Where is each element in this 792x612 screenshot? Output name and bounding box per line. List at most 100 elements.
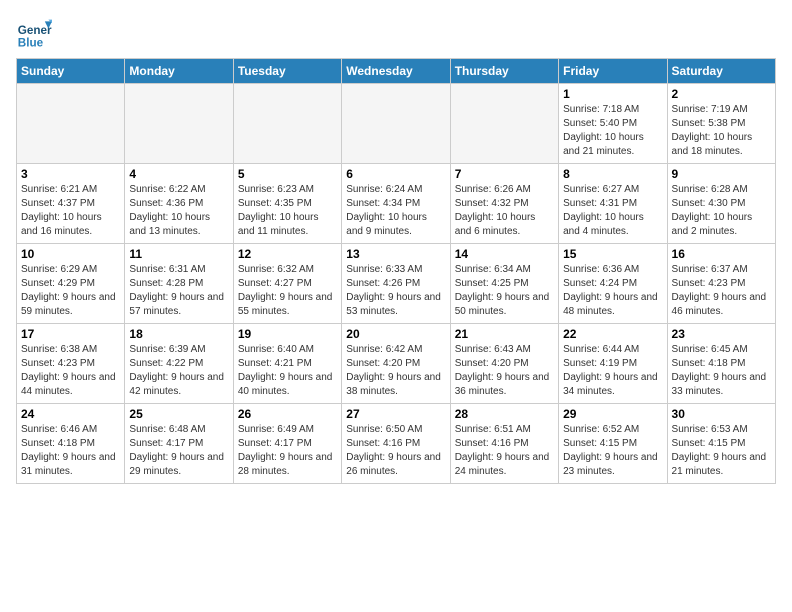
calendar-cell: 7 Sunrise: 6:26 AM Sunset: 4:32 PM Daylig…: [450, 164, 558, 244]
day-info: Sunrise: 6:43 AM Sunset: 4:20 PM Dayligh…: [455, 343, 554, 399]
day-number: 4: [129, 167, 228, 181]
calendar-table: SundayMondayTuesdayWednesdayThursdayFrid…: [16, 58, 776, 484]
day-number: 5: [238, 167, 337, 181]
calendar-cell: 2 Sunrise: 7:19 AM Sunset: 5:38 PM Daylig…: [667, 84, 775, 164]
calendar-cell: 3 Sunrise: 6:21 AM Sunset: 4:37 PM Daylig…: [17, 164, 125, 244]
day-info: Sunrise: 6:42 AM Sunset: 4:20 PM Dayligh…: [346, 343, 445, 399]
logo-icon: General Blue: [16, 16, 52, 52]
day-number: 10: [21, 247, 120, 261]
calendar-cell: 13 Sunrise: 6:33 AM Sunset: 4:26 PM Dayli…: [342, 244, 450, 324]
page-header: General Blue: [16, 16, 776, 52]
calendar-cell: 12Sunrise: 6:32 AM Sunset: 4:27 PM Dayli…: [233, 244, 341, 324]
week-row-1: 1Sunrise: 7:18 AM Sunset: 5:40 PM Daylig…: [17, 84, 776, 164]
weekday-header-monday: Monday: [125, 59, 233, 84]
day-number: 25: [129, 407, 228, 421]
day-number: 18: [129, 327, 228, 341]
day-number: 20: [346, 327, 445, 341]
day-number: 19: [238, 327, 337, 341]
day-info: Sunrise: 6:27 AM Sunset: 4:31 PM Dayligh…: [563, 183, 662, 239]
svg-text:Blue: Blue: [18, 37, 44, 50]
day-number: 6: [346, 167, 445, 181]
calendar-cell: 22Sunrise: 6:44 AM Sunset: 4:19 PM Dayli…: [559, 324, 667, 404]
calendar-header: SundayMondayTuesdayWednesdayThursdayFrid…: [17, 59, 776, 84]
day-info: Sunrise: 6:53 AM Sunset: 4:15 PM Dayligh…: [672, 423, 771, 479]
day-info: Sunrise: 7:18 AM Sunset: 5:40 PM Dayligh…: [563, 103, 662, 159]
day-number: 14: [455, 247, 554, 261]
calendar-cell: 18 Sunrise: 6:39 AM Sunset: 4:22 PM Dayli…: [125, 324, 233, 404]
calendar-cell: 26 Sunrise: 6:49 AM Sunset: 4:17 PM Dayli…: [233, 404, 341, 484]
weekday-header-friday: Friday: [559, 59, 667, 84]
day-number: 28: [455, 407, 554, 421]
calendar-cell: [342, 84, 450, 164]
calendar-cell: 17 Sunrise: 6:38 AM Sunset: 4:23 PM Dayli…: [17, 324, 125, 404]
day-number: 26: [238, 407, 337, 421]
day-number: 21: [455, 327, 554, 341]
day-number: 12: [238, 247, 337, 261]
week-row-2: 3 Sunrise: 6:21 AM Sunset: 4:37 PM Daylig…: [17, 164, 776, 244]
calendar-cell: 24 Sunrise: 6:46 AM Sunset: 4:18 PM Dayli…: [17, 404, 125, 484]
calendar-cell: 29 Sunrise: 6:52 AM Sunset: 4:15 PM Dayli…: [559, 404, 667, 484]
calendar-cell: 11 Sunrise: 6:31 AM Sunset: 4:28 PM Dayli…: [125, 244, 233, 324]
week-row-4: 17 Sunrise: 6:38 AM Sunset: 4:23 PM Dayli…: [17, 324, 776, 404]
calendar-cell: 27Sunrise: 6:50 AM Sunset: 4:16 PM Dayli…: [342, 404, 450, 484]
day-number: 3: [21, 167, 120, 181]
day-info: Sunrise: 6:38 AM Sunset: 4:23 PM Dayligh…: [21, 343, 120, 399]
logo: General Blue: [16, 16, 52, 52]
calendar-cell: 30 Sunrise: 6:53 AM Sunset: 4:15 PM Dayli…: [667, 404, 775, 484]
calendar-cell: [450, 84, 558, 164]
calendar-cell: 14Sunrise: 6:34 AM Sunset: 4:25 PM Dayli…: [450, 244, 558, 324]
day-number: 29: [563, 407, 662, 421]
day-number: 30: [672, 407, 771, 421]
day-info: Sunrise: 6:33 AM Sunset: 4:26 PM Dayligh…: [346, 263, 445, 319]
weekday-header-tuesday: Tuesday: [233, 59, 341, 84]
day-info: Sunrise: 6:44 AM Sunset: 4:19 PM Dayligh…: [563, 343, 662, 399]
day-info: Sunrise: 6:45 AM Sunset: 4:18 PM Dayligh…: [672, 343, 771, 399]
svg-text:General: General: [18, 24, 52, 37]
day-info: Sunrise: 6:49 AM Sunset: 4:17 PM Dayligh…: [238, 423, 337, 479]
week-row-3: 10Sunrise: 6:29 AM Sunset: 4:29 PM Dayli…: [17, 244, 776, 324]
day-number: 24: [21, 407, 120, 421]
calendar-cell: 8Sunrise: 6:27 AM Sunset: 4:31 PM Daylig…: [559, 164, 667, 244]
day-info: Sunrise: 6:46 AM Sunset: 4:18 PM Dayligh…: [21, 423, 120, 479]
day-info: Sunrise: 6:26 AM Sunset: 4:32 PM Dayligh…: [455, 183, 554, 239]
calendar-cell: [125, 84, 233, 164]
calendar-cell: [17, 84, 125, 164]
weekday-header-wednesday: Wednesday: [342, 59, 450, 84]
day-number: 2: [672, 87, 771, 101]
day-info: Sunrise: 6:24 AM Sunset: 4:34 PM Dayligh…: [346, 183, 445, 239]
day-number: 11: [129, 247, 228, 261]
day-number: 17: [21, 327, 120, 341]
weekday-header-saturday: Saturday: [667, 59, 775, 84]
day-number: 23: [672, 327, 771, 341]
day-number: 16: [672, 247, 771, 261]
calendar-cell: 28Sunrise: 6:51 AM Sunset: 4:16 PM Dayli…: [450, 404, 558, 484]
day-number: 15: [563, 247, 662, 261]
day-info: Sunrise: 6:28 AM Sunset: 4:30 PM Dayligh…: [672, 183, 771, 239]
calendar-cell: 5Sunrise: 6:23 AM Sunset: 4:35 PM Daylig…: [233, 164, 341, 244]
day-info: Sunrise: 6:36 AM Sunset: 4:24 PM Dayligh…: [563, 263, 662, 319]
day-info: Sunrise: 6:39 AM Sunset: 4:22 PM Dayligh…: [129, 343, 228, 399]
day-number: 7: [455, 167, 554, 181]
day-info: Sunrise: 6:22 AM Sunset: 4:36 PM Dayligh…: [129, 183, 228, 239]
calendar-cell: 16 Sunrise: 6:37 AM Sunset: 4:23 PM Dayli…: [667, 244, 775, 324]
weekday-header-sunday: Sunday: [17, 59, 125, 84]
week-row-5: 24 Sunrise: 6:46 AM Sunset: 4:18 PM Dayli…: [17, 404, 776, 484]
day-info: Sunrise: 6:52 AM Sunset: 4:15 PM Dayligh…: [563, 423, 662, 479]
calendar-cell: 21 Sunrise: 6:43 AM Sunset: 4:20 PM Dayli…: [450, 324, 558, 404]
day-number: 27: [346, 407, 445, 421]
calendar-cell: 9Sunrise: 6:28 AM Sunset: 4:30 PM Daylig…: [667, 164, 775, 244]
calendar-cell: 1Sunrise: 7:18 AM Sunset: 5:40 PM Daylig…: [559, 84, 667, 164]
day-info: Sunrise: 6:21 AM Sunset: 4:37 PM Dayligh…: [21, 183, 120, 239]
calendar-cell: 6 Sunrise: 6:24 AM Sunset: 4:34 PM Daylig…: [342, 164, 450, 244]
calendar-cell: 20 Sunrise: 6:42 AM Sunset: 4:20 PM Dayli…: [342, 324, 450, 404]
day-number: 13: [346, 247, 445, 261]
day-info: Sunrise: 6:40 AM Sunset: 4:21 PM Dayligh…: [238, 343, 337, 399]
day-info: Sunrise: 7:19 AM Sunset: 5:38 PM Dayligh…: [672, 103, 771, 159]
day-info: Sunrise: 6:31 AM Sunset: 4:28 PM Dayligh…: [129, 263, 228, 319]
calendar-cell: 23 Sunrise: 6:45 AM Sunset: 4:18 PM Dayli…: [667, 324, 775, 404]
calendar-cell: 25Sunrise: 6:48 AM Sunset: 4:17 PM Dayli…: [125, 404, 233, 484]
calendar-cell: [233, 84, 341, 164]
weekday-header-thursday: Thursday: [450, 59, 558, 84]
day-info: Sunrise: 6:37 AM Sunset: 4:23 PM Dayligh…: [672, 263, 771, 319]
calendar-cell: 15 Sunrise: 6:36 AM Sunset: 4:24 PM Dayli…: [559, 244, 667, 324]
